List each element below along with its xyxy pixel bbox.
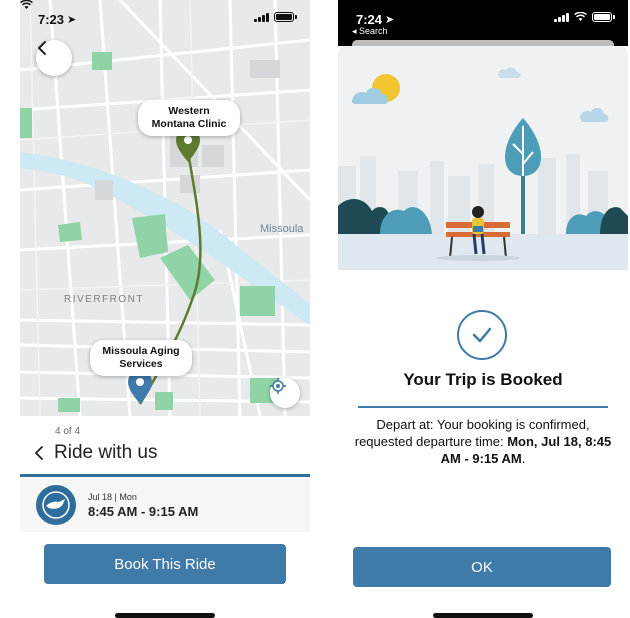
ride-summary-card: Jul 18 | Mon 8:45 AM - 9:15 AM [20, 478, 310, 532]
page-title: Ride with us [54, 442, 158, 463]
location-arrow-icon: ➤ [385, 14, 395, 26]
divider [20, 474, 310, 477]
home-indicator [115, 613, 215, 618]
booking-confirmation-screen: 7:24 ➤ ◂ Search Your Trip is Booked Depa… [338, 0, 628, 618]
message-suffix: . [521, 451, 526, 466]
route-map[interactable]: 7:23 ➤ Western Montana Clinic Missoula A… [20, 0, 310, 416]
signal-icon [254, 12, 269, 22]
location-arrow-icon: ➤ [67, 14, 77, 26]
ok-button[interactable]: OK [353, 547, 611, 587]
home-indicator [433, 613, 533, 618]
origin-callout: Western Montana Clinic [138, 100, 240, 136]
ride-booking-screen: 7:23 ➤ Western Montana Clinic Missoula A… [20, 0, 310, 618]
book-ride-button[interactable]: Book This Ride [44, 544, 286, 584]
crosshair-icon [270, 378, 286, 394]
confirmation-heading: Your Trip is Booked [403, 370, 563, 389]
success-check-icon [457, 310, 507, 360]
map-label-riverfront: RIVERFRONT [64, 294, 144, 305]
signal-icon [554, 12, 569, 22]
back-button[interactable] [36, 40, 72, 76]
wifi-icon [20, 0, 33, 9]
back-to-search-link[interactable]: ◂ Search [352, 26, 388, 37]
status-bar: 7:23 ➤ [20, 0, 310, 38]
divider [358, 406, 608, 408]
transit-logo-icon [36, 485, 76, 525]
battery-icon [274, 12, 297, 22]
ride-date: Jul 18 | Mon [88, 491, 137, 502]
ride-time: 8:45 AM - 9:15 AM [88, 503, 199, 519]
chevron-left-icon[interactable] [34, 446, 44, 460]
status-time: 7:24 [356, 12, 383, 27]
destination-callout: Missoula Aging Services [90, 340, 192, 376]
status-time: 7:23 [38, 12, 65, 27]
park-bench-illustration [338, 46, 628, 270]
step-indicator: 4 of 4 [55, 426, 81, 437]
wifi-icon [574, 12, 587, 21]
confirmation-message: Depart at: Your booking is confirmed, re… [348, 416, 618, 467]
map-label-missoula: Missoula [260, 223, 304, 235]
battery-icon [592, 12, 615, 22]
locate-me-button[interactable] [270, 378, 300, 408]
chevron-left-icon [38, 41, 46, 55]
